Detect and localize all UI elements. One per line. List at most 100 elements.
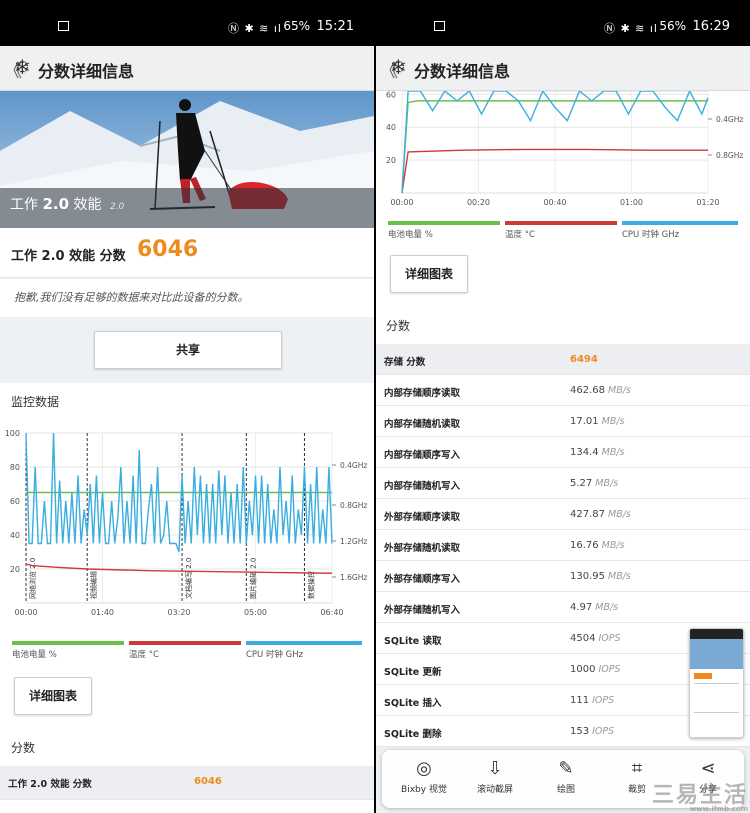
right-screen: Ⓝ ✱ ≋ ıl 56% 16:29 《 ❄ 分数详细信息 20 40 60 00:0… bbox=[376, 0, 750, 813]
snowflake-icon: ❄ bbox=[14, 55, 31, 79]
row-value: 1000 IOPS bbox=[570, 664, 621, 675]
legend-temp: 温度 °C bbox=[129, 650, 159, 660]
row-unit: IOPS bbox=[598, 664, 621, 675]
toolbar-label: 裁剪 bbox=[627, 785, 646, 795]
legend-cpu: CPU 时钟 GHz bbox=[622, 230, 680, 240]
app-bar: 《 ❄ 分数详细信息 bbox=[0, 46, 374, 91]
legend-battery: 电池电量 % bbox=[388, 230, 433, 240]
monitor-section: 20 40 60 00:00 00:20 00:40 01:00 01:20 0.4GHz 0.8… bbox=[376, 91, 750, 344]
x-tick-label: 01:20 bbox=[696, 198, 719, 207]
phase-label: 图片编辑 2.0 bbox=[248, 558, 257, 599]
scores-title: 分数 bbox=[386, 319, 411, 333]
score-label: 工作 2.0 效能 分数 bbox=[11, 249, 126, 264]
score-row: 存储 分数 6494 bbox=[376, 344, 750, 375]
y-tick-label: 20 bbox=[386, 156, 396, 165]
toolbar-scroll-capture-button[interactable]: ⇩ 滚动截屏 bbox=[465, 758, 525, 795]
clock: 16:29 bbox=[692, 19, 730, 34]
left-screen: Ⓝ ✱ ≋ ıl 65% 15:21 《 ❄ 分数详细信息 工作 2.0 效能 … bbox=[0, 0, 374, 813]
y-tick-label: 100 bbox=[5, 429, 20, 438]
y2-tick-label: 0.8GHz bbox=[716, 151, 743, 160]
share-button[interactable]: 共享 bbox=[94, 331, 282, 369]
scores-title: 分数 bbox=[11, 741, 36, 755]
detail-chart-button[interactable]: 详细图表 bbox=[14, 677, 92, 715]
phase-label: 网络浏览 2.0 bbox=[28, 558, 37, 599]
screenshot-thumbnail[interactable] bbox=[689, 628, 744, 738]
no-comparison-message: 抱歉,我们没有足够的数据来对比此设备的分数。 bbox=[0, 279, 374, 317]
toolbar-pen-button[interactable]: ✎ 绘图 bbox=[536, 758, 596, 795]
x-tick-label: 00:00 bbox=[14, 608, 37, 617]
gallery-icon bbox=[58, 21, 69, 31]
legend-cpu: CPU 时钟 GHz bbox=[246, 650, 304, 660]
row-name: 内部存储随机读取 bbox=[384, 419, 461, 430]
page-title: 分数详细信息 bbox=[38, 62, 135, 81]
score-row: 内部存储顺序写入 134.4 MB/s bbox=[376, 437, 750, 468]
gallery-icon bbox=[434, 21, 445, 31]
monitor-chart: 20 40 60 00:00 00:20 00:40 01:00 01:20 0.4GHz 0.8… bbox=[376, 91, 750, 216]
status-bar: Ⓝ ✱ ≋ ıl 65% 15:21 bbox=[0, 0, 374, 46]
row-unit: MB/s bbox=[601, 447, 625, 458]
row-value: 4.97 MB/s bbox=[570, 602, 619, 613]
row-name: SQLite 更新 bbox=[384, 667, 442, 678]
score-value: 6046 bbox=[137, 237, 199, 262]
x-tick-label: 05:00 bbox=[244, 608, 267, 617]
status-icons: Ⓝ ✱ ≋ ıl bbox=[603, 22, 658, 35]
row-name: 内部存储随机写入 bbox=[384, 481, 461, 492]
row-value: 5.27 MB/s bbox=[570, 478, 619, 489]
row-value: 427.87 MB/s bbox=[570, 509, 631, 520]
phase-label: 文档编写 2.0 bbox=[184, 558, 193, 599]
toolbar-label: 滚动截屏 bbox=[476, 785, 513, 795]
score-row: 内部存储随机写入 5.27 MB/s bbox=[376, 468, 750, 499]
hero-caption: 工作 2.0 效能 2.0 bbox=[10, 195, 125, 213]
monitor-chart: 20 40 60 80 100 00:00 01:40 03:20 05:00 06:40 0.4G… bbox=[0, 423, 374, 678]
y2-tick-label: 0.4GHz bbox=[340, 461, 367, 470]
score-row: 外部存储顺序读取 427.87 MB/s bbox=[376, 499, 750, 530]
row-name: 外部存储随机写入 bbox=[384, 605, 461, 616]
score-row: 内部存储顺序读取 462.68 MB/s bbox=[376, 375, 750, 406]
toolbar-eye-button[interactable]: ◎ Bixby 视觉 bbox=[394, 758, 454, 795]
score-summary: 工作 2.0 效能 分数 6046 bbox=[0, 228, 374, 278]
row-name: 外部存储顺序写入 bbox=[384, 574, 461, 585]
detail-chart-button[interactable]: 详细图表 bbox=[390, 255, 468, 293]
row-value: 111 IOPS bbox=[570, 695, 615, 706]
toolbar-label: Bixby 视觉 bbox=[401, 785, 447, 795]
row-value: 17.01 MB/s bbox=[570, 416, 625, 427]
score-row: 外部存储随机读取 16.76 MB/s bbox=[376, 530, 750, 561]
y-tick-label: 60 bbox=[10, 497, 20, 506]
row-name: 内部存储顺序写入 bbox=[384, 450, 461, 461]
watermark: 三易生活 www.ifmb.com bbox=[651, 783, 748, 813]
battery-level: 65% bbox=[283, 19, 310, 33]
row-unit: IOPS bbox=[592, 695, 615, 706]
phase-label: 视频编辑 bbox=[89, 571, 98, 599]
app-bar: 《 ❄ 分数详细信息 bbox=[376, 46, 750, 91]
row-name: SQLite 删除 bbox=[384, 729, 442, 740]
row-name: 内部存储顺序读取 bbox=[384, 388, 461, 399]
status-bar: Ⓝ ✱ ≋ ıl 56% 16:29 bbox=[376, 0, 750, 46]
score-row: 外部存储随机写入 4.97 MB/s bbox=[376, 592, 750, 623]
status-icons: Ⓝ ✱ ≋ ıl bbox=[227, 22, 282, 35]
row-value: 4504 IOPS bbox=[570, 633, 621, 644]
scroll-capture-icon: ⇩ bbox=[487, 758, 503, 779]
row-name: SQLite 读取 bbox=[384, 636, 442, 647]
row-unit: IOPS bbox=[592, 726, 615, 737]
battery-level: 56% bbox=[659, 19, 686, 33]
row-value: 6494 bbox=[570, 354, 598, 365]
hero-image: 工作 2.0 效能 2.0 bbox=[0, 91, 374, 228]
x-tick-label: 01:00 bbox=[620, 198, 643, 207]
row-name: 存储 分数 bbox=[384, 357, 426, 368]
row-unit: IOPS bbox=[598, 633, 621, 644]
pen-icon: ✎ bbox=[558, 758, 574, 779]
toolbar-label: 绘图 bbox=[556, 785, 575, 795]
y-tick-label: 20 bbox=[10, 565, 20, 574]
row-value: 130.95 MB/s bbox=[570, 571, 631, 582]
page-title: 分数详细信息 bbox=[414, 62, 511, 81]
monitor-section: 监控数据 20 40 60 80 100 00:00 01:40 03:20 05:00 06:4… bbox=[0, 383, 374, 813]
row-unit: MB/s bbox=[608, 571, 631, 582]
row-unit: MB/s bbox=[601, 540, 625, 551]
x-tick-label: 00:00 bbox=[390, 198, 413, 207]
row-value: 134.4 MB/s bbox=[570, 447, 625, 458]
row-name: 外部存储顺序读取 bbox=[384, 512, 461, 523]
y2-tick-label: 0.8GHz bbox=[340, 501, 367, 510]
legend-battery: 电池电量 % bbox=[12, 650, 57, 660]
row-name: SQLite 插入 bbox=[384, 698, 442, 709]
snowflake-icon: ❄ bbox=[390, 55, 407, 79]
